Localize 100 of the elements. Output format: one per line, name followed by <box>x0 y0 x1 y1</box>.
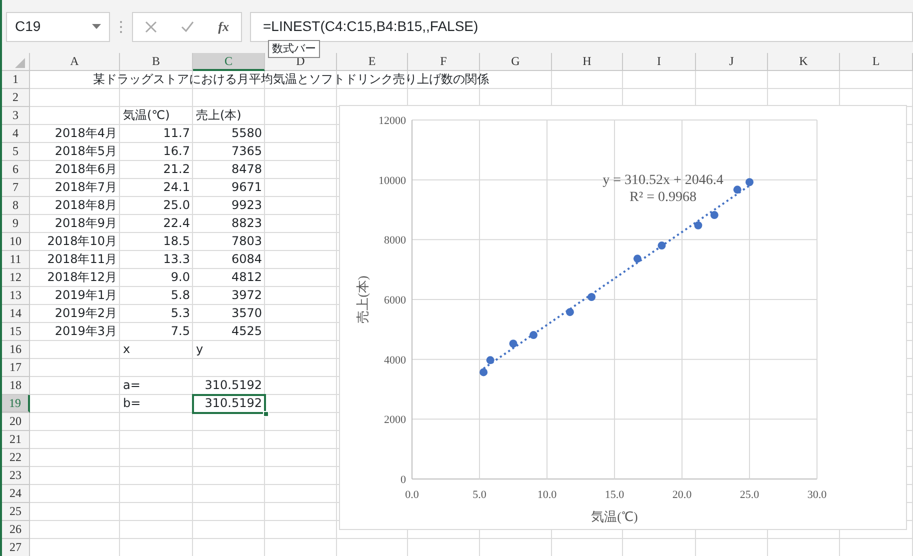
name-box[interactable]: C19 <box>6 12 110 42</box>
data-point <box>509 340 518 348</box>
row-header[interactable]: 21 <box>2 431 30 449</box>
check-icon[interactable] <box>181 20 194 32</box>
row-header[interactable]: 9 <box>2 215 30 233</box>
sheet-cell[interactable]: 7365 <box>193 143 265 161</box>
insert-function-button[interactable]: fx <box>218 16 229 36</box>
sheet-cell[interactable]: 13.3 <box>120 251 193 269</box>
sheet-cell[interactable]: 4525 <box>193 323 265 341</box>
row-header[interactable]: 5 <box>2 143 30 161</box>
sheet-cell[interactable]: 2018年10月 <box>30 233 120 251</box>
y-tick-label: 2000 <box>384 414 406 426</box>
sheet-title[interactable]: 某ドラッグストアにおける月平均気温とソフトドリンク売り上げ数の関係 <box>30 71 552 89</box>
sheet-cell[interactable]: 3972 <box>193 287 265 305</box>
row-header[interactable]: 1 <box>2 71 30 89</box>
sheet-cell[interactable]: 2018年12月 <box>30 269 120 287</box>
sheet-cell[interactable]: 5.8 <box>120 287 193 305</box>
data-point <box>480 368 488 376</box>
sheet-cell[interactable]: 18.5 <box>120 233 193 251</box>
column-header[interactable]: G <box>480 53 552 71</box>
row-header[interactable]: 6 <box>2 161 30 179</box>
column-header[interactable]: J <box>696 53 768 71</box>
y-axis-title: 売上(本) <box>355 276 370 324</box>
sheet-cell[interactable]: 5.3 <box>120 305 193 323</box>
column-header[interactable]: C <box>193 53 265 71</box>
sheet-cell[interactable]: 2018年6月 <box>30 161 120 179</box>
row-header[interactable]: 23 <box>2 467 30 485</box>
row-header[interactable]: 22 <box>2 449 30 467</box>
sheet-cell[interactable]: 売上(本) <box>193 107 265 125</box>
column-header[interactable]: L <box>840 53 913 71</box>
sheet-cell[interactable]: 21.2 <box>120 161 193 179</box>
row-header[interactable]: 16 <box>2 341 30 359</box>
column-header[interactable]: I <box>623 53 696 71</box>
sheet-cell[interactable]: 8823 <box>193 215 265 233</box>
sheet-cell[interactable]: 2019年2月 <box>30 305 120 323</box>
column-header[interactable]: F <box>408 53 480 71</box>
sheet-cell[interactable]: 22.4 <box>120 215 193 233</box>
sheet-cell[interactable]: 2019年3月 <box>30 323 120 341</box>
row-header[interactable]: 20 <box>2 413 30 431</box>
sheet-cell[interactable]: 4812 <box>193 269 265 287</box>
row-header[interactable]: 10 <box>2 233 30 251</box>
column-header[interactable]: B <box>120 53 193 71</box>
row-header[interactable]: 18 <box>2 377 30 395</box>
row-header[interactable]: 3 <box>2 107 30 125</box>
dropdown-caret-icon[interactable] <box>92 24 101 29</box>
sheet-cell[interactable]: x <box>120 341 193 359</box>
sheet-cell[interactable]: 7.5 <box>120 323 193 341</box>
row-header[interactable]: 11 <box>2 251 30 269</box>
sheet-cell[interactable]: 6084 <box>193 251 265 269</box>
sheet-cell[interactable]: a= <box>120 377 193 395</box>
formula-field[interactable]: =LINEST(C4:C15,B4:B15,,FALSE) <box>250 12 913 42</box>
sheet-cell[interactable]: 3570 <box>193 305 265 323</box>
row-header[interactable]: 25 <box>2 503 30 521</box>
row-header[interactable]: 15 <box>2 323 30 341</box>
sheet-cell[interactable]: 5580 <box>193 125 265 143</box>
row-header[interactable]: 4 <box>2 125 30 143</box>
sheet-cell[interactable]: 7803 <box>193 233 265 251</box>
row-header[interactable]: 24 <box>2 485 30 503</box>
sheet-cell[interactable]: 310.5192 <box>193 377 265 395</box>
sheet-cell[interactable]: 25.0 <box>120 197 193 215</box>
sheet-cell[interactable]: 9671 <box>193 179 265 197</box>
column-header[interactable]: E <box>337 53 408 71</box>
sheet-cell[interactable]: 2018年4月 <box>30 125 120 143</box>
sheet-cell[interactable]: 8478 <box>193 161 265 179</box>
sheet-cell[interactable]: 16.7 <box>120 143 193 161</box>
column-header[interactable]: K <box>768 53 840 71</box>
select-all-icon[interactable] <box>15 58 25 68</box>
sheet-cell[interactable]: 2018年8月 <box>30 197 120 215</box>
row-header[interactable]: 27 <box>2 539 30 556</box>
sheet-cell[interactable]: 2018年9月 <box>30 215 120 233</box>
grip-icon <box>118 18 124 34</box>
sheet-cell[interactable]: b= <box>120 395 193 413</box>
sheet-cell[interactable]: 2019年1月 <box>30 287 120 305</box>
row-header[interactable]: 14 <box>2 305 30 323</box>
row-header[interactable]: 17 <box>2 359 30 377</box>
sheet-cell[interactable]: 気温(℃) <box>120 107 193 125</box>
row-header[interactable]: 2 <box>2 89 30 107</box>
row-header[interactable]: 19 <box>2 395 30 413</box>
sheet-cell[interactable]: 2018年7月 <box>30 179 120 197</box>
row-header[interactable]: 12 <box>2 269 30 287</box>
sheet-cell[interactable]: 2018年5月 <box>30 143 120 161</box>
column-header[interactable]: H <box>552 53 623 71</box>
x-tick-label: 10.0 <box>537 489 557 501</box>
sheet-cell[interactable]: 24.1 <box>120 179 193 197</box>
sheet-cell[interactable]: 9923 <box>193 197 265 215</box>
sheet-cell[interactable]: 2018年11月 <box>30 251 120 269</box>
row-header[interactable]: 26 <box>2 521 30 539</box>
column-header[interactable]: A <box>30 53 120 71</box>
row-header[interactable]: 7 <box>2 179 30 197</box>
fill-handle[interactable] <box>263 411 269 417</box>
sheet-cell[interactable]: 310.5192 <box>193 395 265 413</box>
sheet-cell[interactable]: 9.0 <box>120 269 193 287</box>
sheet-cell[interactable]: 11.7 <box>120 125 193 143</box>
tooltip: 数式バー <box>268 40 320 58</box>
sheet-cell[interactable]: y <box>193 341 265 359</box>
row-header[interactable]: 13 <box>2 287 30 305</box>
cancel-icon[interactable] <box>145 20 158 32</box>
row-header[interactable]: 8 <box>2 197 30 215</box>
trendline-label: y = 310.52x + 2046.4 <box>602 173 724 188</box>
y-tick-label: 4000 <box>384 354 406 366</box>
